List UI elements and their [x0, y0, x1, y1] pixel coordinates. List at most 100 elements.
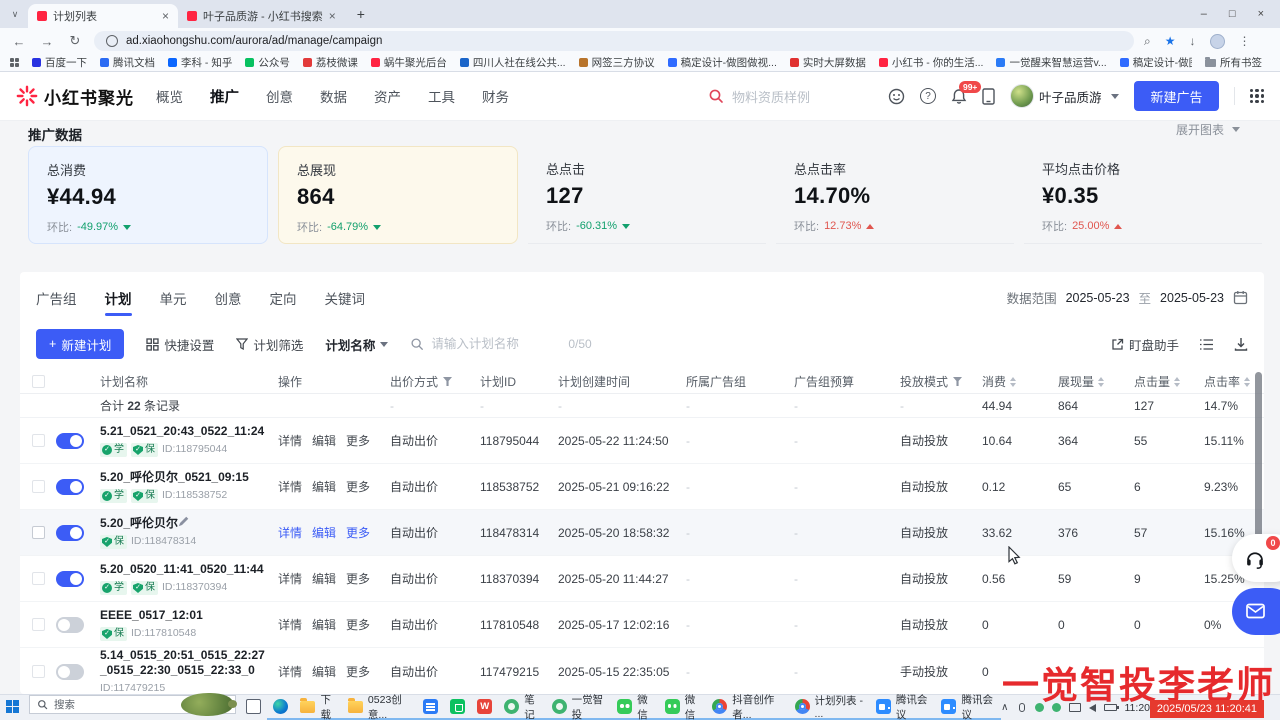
browser-tab[interactable]: 计划列表×: [28, 4, 178, 28]
taskbar-item-yijue-app[interactable]: 一觉智投: [546, 695, 612, 720]
bookmark-item[interactable]: 公众号: [245, 55, 290, 70]
plan-row[interactable]: 5.20_呼伦贝尔 ✓保ID:118478314详情编辑更多自动出价118478…: [20, 510, 1264, 556]
account-menu[interactable]: 叶子品质游: [1010, 84, 1120, 108]
action-link[interactable]: 详情: [278, 616, 302, 633]
taskbar-item-wechat[interactable]: 微信: [659, 695, 706, 720]
select-all-checkbox[interactable]: [32, 375, 45, 388]
quick-settings-button[interactable]: 快捷设置: [146, 335, 214, 354]
bookmark-item[interactable]: 网签三方协议: [579, 55, 655, 70]
customer-service-button[interactable]: 0: [1232, 534, 1280, 582]
start-button[interactable]: [0, 695, 25, 720]
taskbar-item-wps[interactable]: W: [471, 695, 498, 720]
action-link[interactable]: 更多: [346, 432, 370, 449]
plan-name[interactable]: 5.21_0521_20:43_0522_11:24: [100, 424, 264, 438]
all-bookmarks-button[interactable]: 所有书签: [1205, 55, 1270, 70]
row-checkbox[interactable]: [32, 618, 45, 631]
action-link[interactable]: 详情: [278, 478, 302, 495]
nav-item-财务[interactable]: 财务: [482, 86, 509, 107]
plan-row[interactable]: 5.20_呼伦贝尔_0521_09:15✓学✓保ID:118538752详情编辑…: [20, 464, 1264, 510]
action-link[interactable]: 编辑: [312, 432, 336, 449]
plan-toggle[interactable]: [56, 433, 84, 449]
bookmark-star-icon[interactable]: ★: [1165, 34, 1176, 48]
plan-search[interactable]: 0/50: [410, 337, 640, 351]
expand-chart-toggle[interactable]: 展开图表: [1176, 121, 1240, 138]
nav-item-数据[interactable]: 数据: [320, 86, 347, 107]
bookmark-item[interactable]: 稿定设计-做图做视...: [1120, 55, 1192, 70]
plan-row[interactable]: 5.21_0521_20:43_0522_11:24✓学✓保ID:1187950…: [20, 418, 1264, 464]
notification-bell-icon[interactable]: 99+: [951, 88, 967, 105]
plan-toggle[interactable]: [56, 617, 84, 633]
plan-toggle[interactable]: [56, 664, 84, 680]
tab-search-icon[interactable]: ∨: [6, 5, 24, 23]
new-ad-button[interactable]: 新建广告: [1134, 81, 1218, 111]
monitor-helper-button[interactable]: 盯盘助手: [1111, 335, 1179, 354]
bookmark-item[interactable]: 稿定设计-做图做视...: [668, 55, 777, 70]
bookmark-item[interactable]: 腾讯文档: [100, 55, 155, 70]
bookmark-item[interactable]: 四川人社在线公共...: [460, 55, 566, 70]
edit-name-icon[interactable]: [178, 516, 189, 527]
tab-关键词[interactable]: 关键词: [325, 288, 366, 308]
apps-grid-icon[interactable]: [1250, 89, 1265, 104]
feedback-smiley-icon[interactable]: [888, 88, 905, 105]
plan-row[interactable]: 5.20_0520_11:41_0520_11:44✓学✓保ID:1183703…: [20, 556, 1264, 602]
action-link[interactable]: 详情: [278, 524, 302, 541]
action-link[interactable]: 编辑: [312, 616, 336, 633]
plan-name[interactable]: 5.14_0515_20:51_0515_22:27_0515_22:30_05…: [100, 648, 265, 677]
tab-创意[interactable]: 创意: [215, 288, 242, 308]
bookmark-item[interactable]: 实时大屏数据: [790, 55, 866, 70]
nav-item-创意[interactable]: 创意: [266, 86, 293, 107]
nav-item-概览[interactable]: 概览: [156, 86, 183, 107]
action-link[interactable]: 编辑: [312, 663, 336, 680]
bookmark-item[interactable]: 一觉醒来智慧运营v...: [996, 55, 1106, 70]
bookmark-item[interactable]: 百度一下: [32, 55, 87, 70]
taskbar-item-note-app[interactable]: 笔记: [498, 695, 545, 720]
bookmark-item[interactable]: 李科 - 知乎: [168, 55, 232, 70]
task-view-button[interactable]: [240, 695, 267, 720]
bookmark-item[interactable]: 小红书 - 你的生活...: [879, 55, 984, 70]
taskbar-item-chrome[interactable]: 计划列表 - ...: [789, 695, 870, 720]
nav-item-工具[interactable]: 工具: [428, 86, 455, 107]
app-logo[interactable]: 小红书聚光: [16, 84, 134, 109]
column-settings-icon[interactable]: [1199, 338, 1214, 351]
plan-row[interactable]: EEEE_0517_12:01✓保ID:117810548详情编辑更多自动出价1…: [20, 602, 1264, 648]
new-tab-button[interactable]: +: [351, 4, 371, 24]
plan-name[interactable]: 5.20_0520_11:41_0520_11:44: [100, 562, 264, 576]
plan-filter-button[interactable]: 计划筛选: [236, 335, 303, 354]
plan-name[interactable]: EEEE_0517_12:01: [100, 608, 203, 622]
tab-广告组[interactable]: 广告组: [36, 288, 77, 308]
sort-icon[interactable]: [1244, 377, 1250, 387]
filter-icon[interactable]: [953, 377, 962, 386]
plan-toggle[interactable]: [56, 525, 84, 541]
browser-profile-avatar[interactable]: [1210, 34, 1225, 49]
browser-menu-icon[interactable]: ⋮: [1239, 34, 1251, 48]
plan-toggle[interactable]: [56, 571, 84, 587]
taskbar-item-downloads-folder[interactable]: 下载: [294, 695, 341, 720]
reload-icon[interactable]: ↻: [66, 33, 84, 49]
zoom-icon[interactable]: ⌕: [1144, 34, 1151, 49]
row-checkbox[interactable]: [32, 572, 45, 585]
tab-定向[interactable]: 定向: [270, 288, 297, 308]
action-link[interactable]: 详情: [278, 570, 302, 587]
forward-icon[interactable]: →: [38, 34, 56, 49]
action-link[interactable]: 更多: [346, 570, 370, 587]
plan-toggle[interactable]: [56, 479, 84, 495]
taskbar-search[interactable]: 搜索: [29, 695, 236, 714]
taskbar-item-chrome[interactable]: 抖音创作者...: [706, 695, 788, 720]
plan-name[interactable]: 5.20_呼伦贝尔_0521_09:15: [100, 470, 249, 484]
tab-close-icon[interactable]: ×: [329, 9, 336, 23]
calendar-icon[interactable]: [1233, 290, 1248, 305]
downloads-icon[interactable]: ↓: [1190, 34, 1196, 48]
taskbar-item-app-store[interactable]: [444, 695, 471, 720]
window-maximize-icon[interactable]: □: [1229, 8, 1236, 20]
action-link[interactable]: 编辑: [312, 570, 336, 587]
tab-计划[interactable]: 计划: [105, 288, 132, 316]
taskbar-item-edge[interactable]: [267, 695, 294, 720]
filter-icon[interactable]: [443, 377, 452, 386]
device-preview-icon[interactable]: [982, 88, 995, 105]
action-link[interactable]: 更多: [346, 616, 370, 633]
window-minimize-icon[interactable]: –: [1201, 8, 1207, 20]
action-link[interactable]: 更多: [346, 478, 370, 495]
nav-item-资产[interactable]: 资产: [374, 86, 401, 107]
sort-icon[interactable]: [1010, 377, 1016, 387]
taskbar-item-tencent-meeting[interactable]: 腾讯会议: [935, 695, 1001, 720]
